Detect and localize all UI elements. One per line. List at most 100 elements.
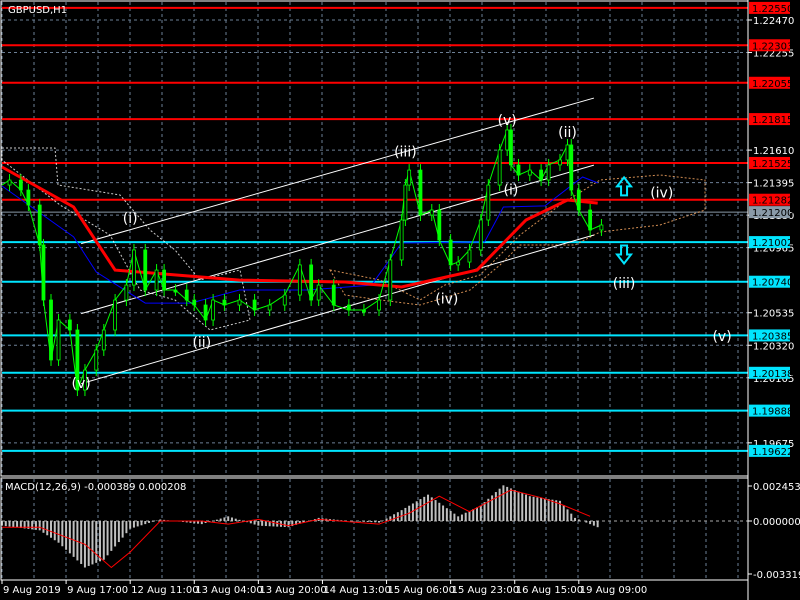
price-tick-label: 1.22470 [753, 16, 794, 27]
candle-body [456, 261, 461, 266]
resistance-label: 1.22055 [752, 79, 793, 90]
candle-body [173, 289, 178, 293]
candle-body [362, 309, 366, 313]
candle-body [539, 169, 544, 181]
macd-signal-line [2, 489, 591, 569]
candle-body [576, 189, 581, 211]
resistance-label: 1.22550 [752, 4, 793, 15]
price-tick-label: 1.20535 [753, 309, 794, 320]
macd-tick-label: -0.003319 [753, 570, 800, 581]
wave-label: (ii) [558, 125, 577, 141]
wave-label: (v) [712, 329, 731, 345]
candle-body [505, 129, 510, 151]
wave-label: (v) [498, 113, 517, 129]
time-tick-label: 19 Aug 09:00 [580, 585, 647, 596]
wave-label: (ii) [192, 335, 211, 351]
candle-body [497, 149, 502, 186]
candle-body [331, 284, 336, 306]
candle-body [569, 144, 574, 191]
arrow-up-icon [615, 175, 634, 197]
time-tick-label: 15 Aug 06:00 [388, 585, 455, 596]
gbpusd-chart[interactable]: (v) (i) (ii) (iii) (iv) (v) (i) (ii) (iii) (iv) (v… [0, 0, 800, 600]
price-tick-label: 1.21395 [753, 179, 794, 190]
candle-body [143, 249, 148, 291]
current-price-label: 1.21200 [752, 208, 793, 219]
candle-body [377, 299, 381, 311]
wave-label: (v) [72, 376, 91, 392]
candle-body [309, 264, 314, 301]
candle-body [41, 244, 46, 301]
candle-body [154, 269, 159, 291]
candle-body [558, 159, 562, 166]
candle-body [184, 289, 189, 301]
candle-body [418, 169, 423, 216]
time-tick-label: 9 Aug 2019 [3, 585, 61, 596]
support-label: 1.19622 [752, 447, 793, 458]
resistance-label: 1.21815 [752, 115, 793, 126]
candle-body [101, 329, 106, 351]
candle-body [588, 209, 593, 231]
time-axis: 9 Aug 2019 9 Aug 17:00 12 Aug 11:0013 Aug … [1, 580, 647, 596]
candle-body [7, 179, 12, 186]
candle-body [162, 269, 167, 291]
candle-body [316, 284, 321, 301]
grid [1, 2, 748, 580]
wave-label: (iv) [650, 185, 673, 201]
candle-body [297, 264, 302, 296]
macd-tick-label: 0.002453 [753, 482, 800, 493]
macd-tick-label: 0.000000 [753, 517, 800, 528]
price-tick-label: 1.21610 [753, 146, 794, 157]
candle-body [113, 299, 117, 331]
candle-body [282, 294, 287, 306]
support-label: 1.20740 [752, 278, 793, 289]
support-label: 1.20385 [752, 331, 793, 342]
wave-label: (iii) [394, 145, 417, 161]
candle-body [124, 284, 129, 301]
wave-label: (iv) [435, 291, 458, 307]
macd-panel [1, 485, 599, 569]
price-levels [2, 6, 748, 452]
candle-body [203, 304, 208, 321]
candle-body [565, 144, 570, 161]
arrow-down-icon [615, 244, 634, 266]
main-panel-frame [0, 0, 749, 477]
candle-body [399, 219, 404, 261]
time-tick-label: 13 Aug 20:00 [259, 585, 326, 596]
candle-body [467, 249, 472, 263]
candle-body [211, 299, 216, 321]
candle-body [478, 219, 483, 251]
resistance-label: 1.21525 [752, 159, 793, 170]
candle-body [222, 299, 227, 306]
candle-body [509, 129, 513, 166]
direction-arrows [615, 175, 634, 266]
candle-body [429, 209, 434, 216]
candle-body [407, 169, 412, 186]
time-tick-label: 15 Aug 23:00 [452, 585, 519, 596]
candle-body [94, 349, 99, 371]
support-label: 1.20138 [752, 369, 793, 380]
candle-body [388, 259, 393, 301]
price-axis: 1.224701.222551.216101.213951.211801.209… [747, 0, 800, 600]
channel-line [81, 234, 595, 385]
candle-body [599, 224, 604, 231]
candle-body [67, 319, 72, 331]
candle-body [56, 319, 61, 361]
candle-body [252, 299, 257, 311]
trend-channel [81, 97, 595, 385]
macd-title: MACD(12,26,9) -0.000389 0.000208 [5, 482, 186, 493]
price-line [1, 129, 602, 391]
candle-body [516, 164, 521, 176]
time-tick-label: 13 Aug 04:00 [195, 585, 262, 596]
macd-panel-frame [0, 477, 749, 581]
candle-body [346, 304, 351, 311]
candle-body [527, 169, 532, 176]
candle-body [486, 184, 491, 221]
candle-body [403, 184, 408, 221]
candle-body [437, 209, 442, 241]
support-label: 1.19888 [752, 407, 793, 418]
price-series [1, 123, 604, 397]
candle-body [192, 299, 197, 306]
candle-body [49, 299, 53, 361]
candle-body [237, 299, 242, 306]
candle-body [37, 204, 42, 246]
